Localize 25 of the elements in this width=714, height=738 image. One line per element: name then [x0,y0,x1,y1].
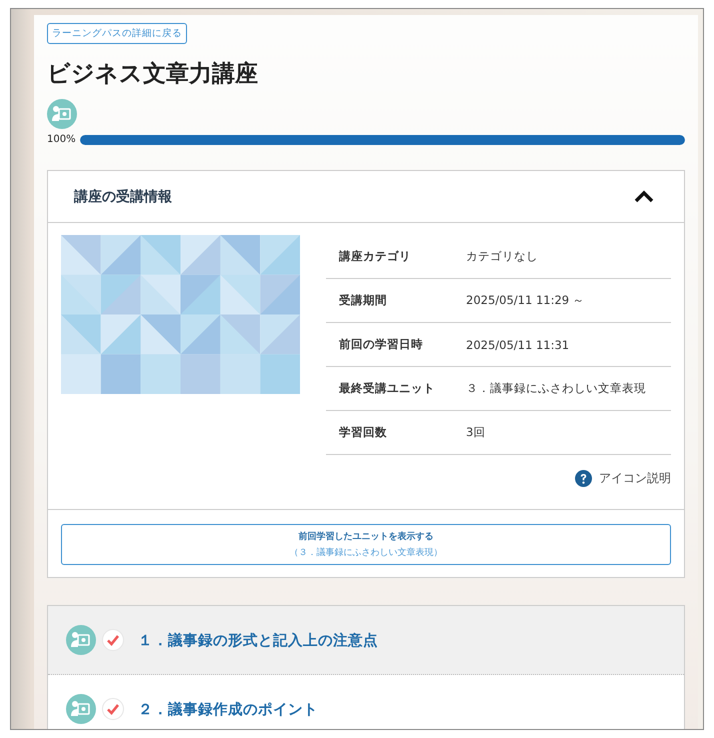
resume-unit-button[interactable]: 前回学習したユニットを表示する （３．議事録にふさわしい文章表現） [61,524,671,565]
course-title: ビジネス文章力講座 [47,60,259,89]
info-label: 最終受講ユニット [339,381,436,396]
card-title: 講座の受講情報 [74,188,172,206]
info-value: ３．議事録にふさわしい文章表現 [466,381,647,396]
info-value: カテゴリなし [466,249,539,264]
video-lesson-icon [66,694,96,724]
help-icon[interactable] [575,470,592,487]
progress-label: 100% [47,134,76,145]
unit-title-link[interactable]: ２．議事録作成のポイント [138,700,318,718]
info-label: 受講期間 [339,293,388,308]
info-label: 学習回数 [339,425,388,440]
info-value: 2025/05/11 11:29 ～ [466,293,586,308]
info-label: 講座カテゴリ [339,249,412,264]
video-lesson-icon [47,99,77,129]
collapse-button[interactable] [634,190,654,204]
info-label: 前回の学習日時 [339,337,424,352]
chevron-icon [634,190,654,204]
info-value: 3回 [466,425,486,440]
unit-row[interactable]: １．議事録の形式と記入上の注意点 [48,606,684,675]
info-value: 2025/05/11 11:31 [466,338,570,352]
back-link-button[interactable]: ラーニングパスの詳細に戻る [47,23,187,44]
video-lesson-icon [66,625,96,655]
unit-title-link[interactable]: １．議事録の形式と記入上の注意点 [138,630,378,650]
icon-help-link[interactable]: アイコン説明 [599,470,671,487]
